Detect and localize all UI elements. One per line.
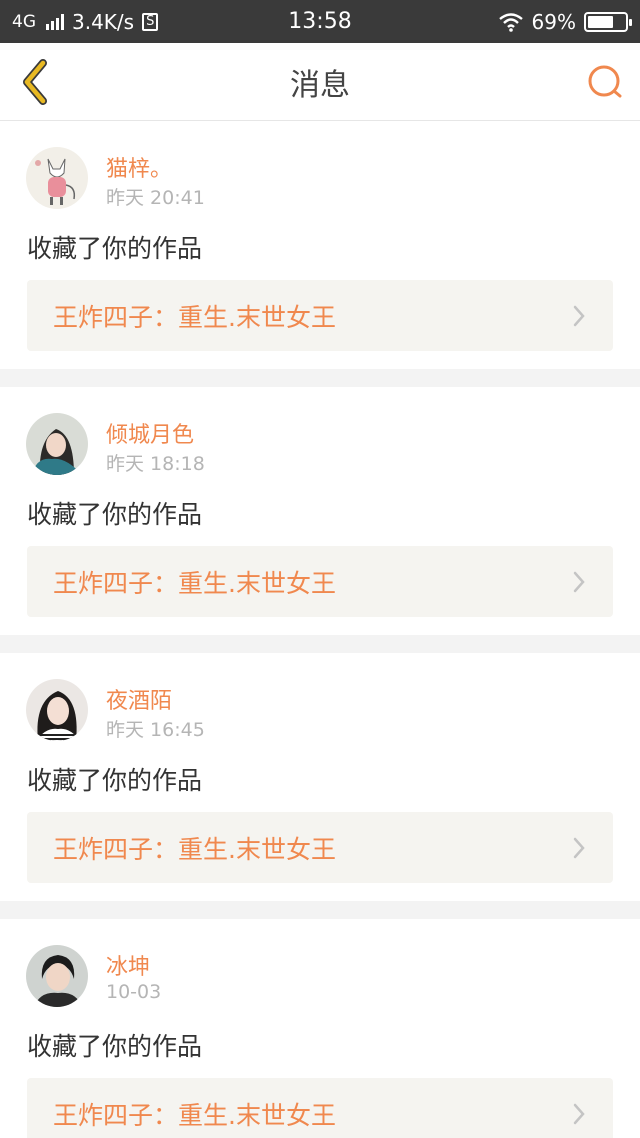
avatar[interactable]	[26, 413, 88, 475]
action-text: 收藏了你的作品	[27, 234, 203, 263]
message-time: 10-03	[106, 981, 162, 1003]
message-time: 昨天 18:18	[106, 453, 205, 475]
work-title: 王炸四子：重生.末世女王	[53, 302, 336, 332]
action-text: 收藏了你的作品	[27, 1032, 203, 1061]
avatar[interactable]	[26, 945, 88, 1007]
nav-bar: 消息	[0, 43, 640, 121]
message-card: 夜酒陌 昨天 16:45 收藏了你的作品 王炸四子：重生.末世女王	[0, 653, 640, 901]
status-right: 69%	[498, 9, 632, 34]
user-name[interactable]: 冰坤	[106, 949, 150, 981]
message-time: 昨天 16:45	[106, 719, 205, 741]
user-name[interactable]: 倾城月色	[106, 417, 194, 449]
status-bar: 4G 3.4K/s S 13:58 69%	[0, 0, 640, 43]
action-text: 收藏了你的作品	[27, 500, 203, 529]
work-title: 王炸四子：重生.末世女王	[53, 1100, 336, 1130]
page-title: 消息	[290, 67, 350, 103]
chevron-right-icon	[573, 305, 585, 326]
chevron-left-icon	[23, 59, 47, 105]
avatar[interactable]	[26, 147, 88, 209]
message-card: 倾城月色 昨天 18:18 收藏了你的作品 王炸四子：重生.末世女王	[0, 387, 640, 635]
message-list: 猫梓。 昨天 20:41 收藏了你的作品 王炸四子：重生.末世女王 倾城月色 昨…	[0, 121, 640, 1138]
search-icon	[588, 65, 622, 98]
battery-percent: 69%	[531, 9, 576, 34]
chevron-right-icon	[573, 571, 585, 592]
battery-fill	[588, 15, 613, 28]
s-badge-icon: S	[142, 12, 159, 31]
wifi-icon	[498, 12, 523, 32]
battery-icon	[584, 11, 632, 32]
work-title: 王炸四子：重生.末世女王	[53, 834, 336, 864]
work-link[interactable]: 王炸四子：重生.末世女王	[27, 812, 613, 883]
avatar[interactable]	[26, 679, 88, 741]
chevron-right-icon	[573, 1103, 585, 1124]
network-speed: 3.4K/s	[72, 9, 135, 34]
work-link[interactable]: 王炸四子：重生.末世女王	[27, 546, 613, 617]
message-card: 冰坤 10-03 收藏了你的作品 王炸四子：重生.末世女王	[0, 919, 640, 1138]
status-left: 4G 3.4K/s S	[12, 9, 159, 34]
work-title: 王炸四子：重生.末世女王	[53, 568, 336, 598]
search-button[interactable]	[584, 61, 626, 103]
work-link[interactable]: 王炸四子：重生.末世女王	[27, 280, 613, 351]
signal-icon	[46, 13, 64, 30]
chevron-right-icon	[573, 837, 585, 858]
work-link[interactable]: 王炸四子：重生.末世女王	[27, 1078, 613, 1138]
action-text: 收藏了你的作品	[27, 766, 203, 795]
network-type: 4G	[12, 11, 36, 32]
user-name[interactable]: 猫梓。	[106, 151, 172, 183]
back-button[interactable]	[14, 57, 54, 107]
message-time: 昨天 20:41	[106, 187, 205, 209]
message-card: 猫梓。 昨天 20:41 收藏了你的作品 王炸四子：重生.末世女王	[0, 121, 640, 369]
user-name[interactable]: 夜酒陌	[106, 683, 172, 715]
